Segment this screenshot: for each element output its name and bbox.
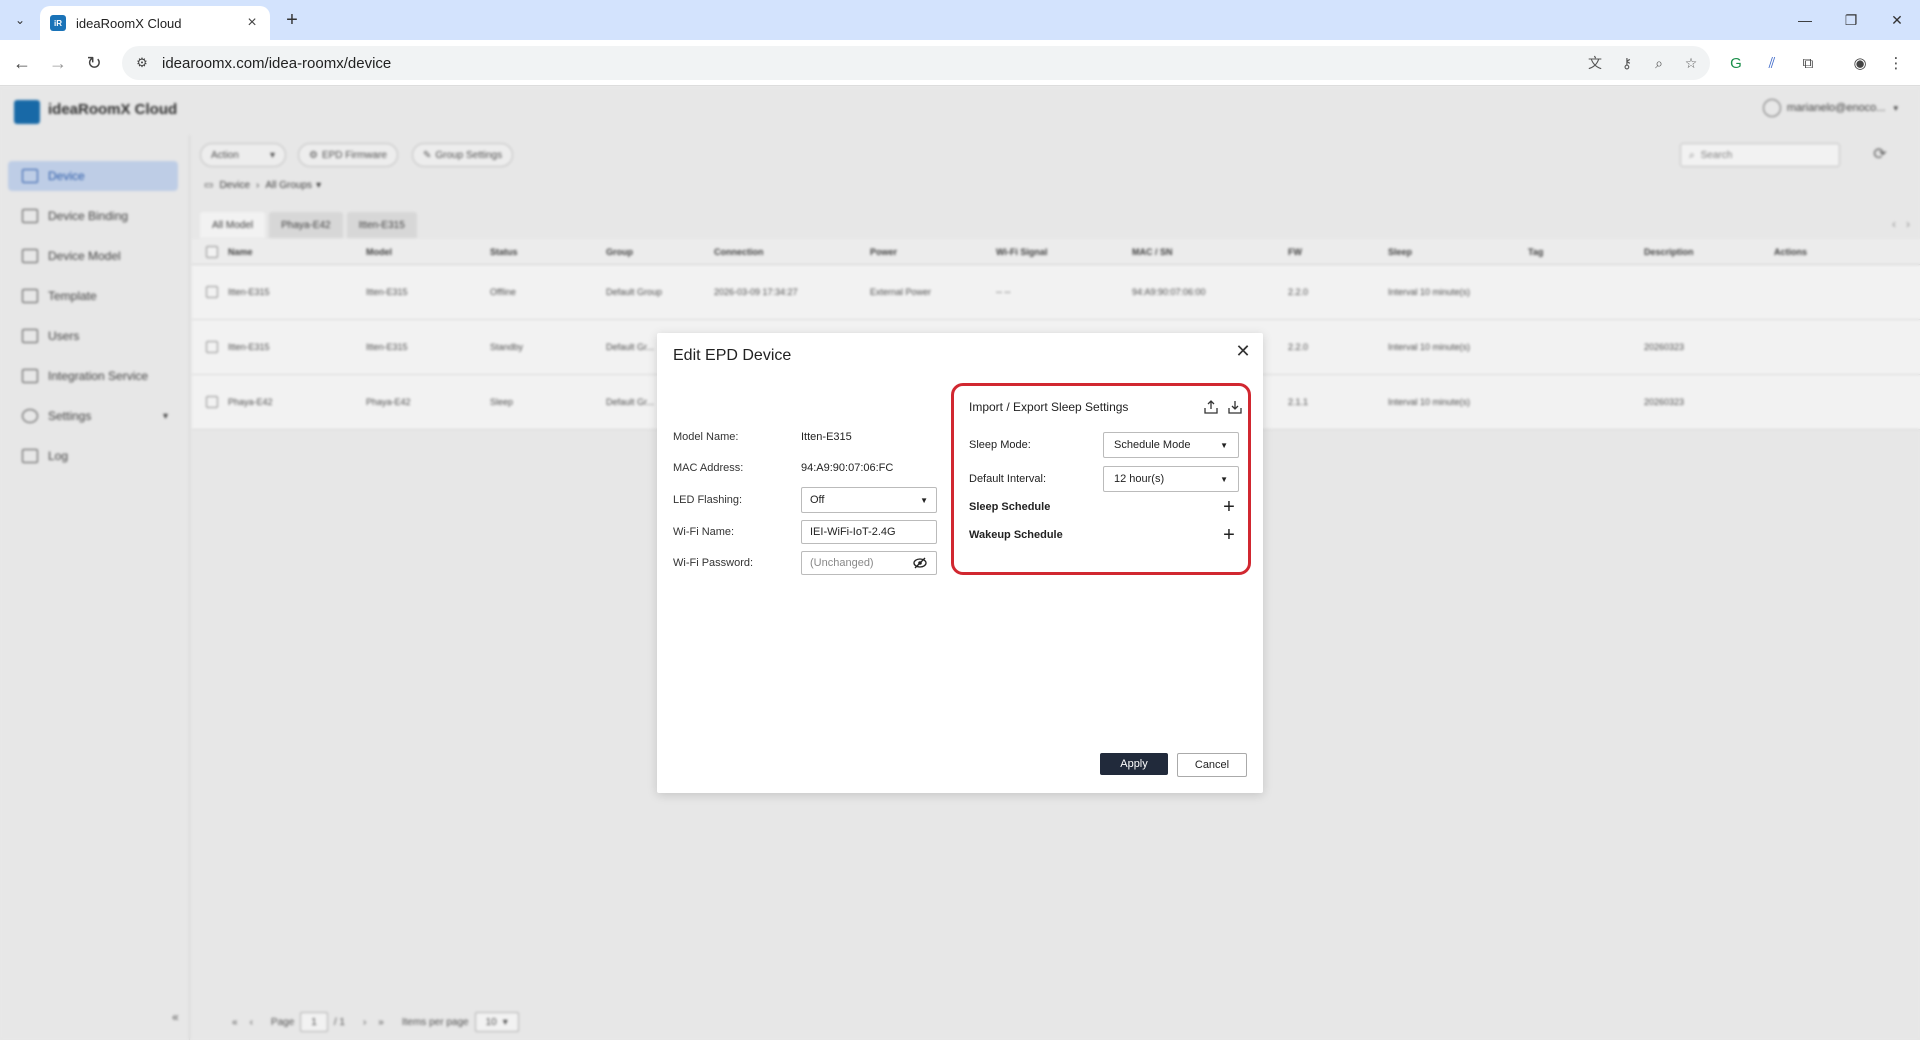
site-info-icon[interactable]: ⚙ xyxy=(132,53,152,73)
bookmark-star-icon[interactable]: ☆ xyxy=(1678,50,1704,76)
address-bar[interactable]: ⚙ idearoomx.com/idea-roomx/device 文 ⚷ ⌕ … xyxy=(122,46,1710,80)
model-name-value: Itten-E315 xyxy=(801,431,852,443)
add-wakeup-schedule-plus-icon[interactable]: + xyxy=(1219,524,1239,546)
export-upload-icon[interactable] xyxy=(1202,398,1220,416)
sleep-mode-value: Schedule Mode xyxy=(1114,439,1191,451)
wifi-name-row: Wi-Fi Name: IEI-WiFi-IoT-2.4G xyxy=(673,520,939,544)
browser-toolbar: ← → ↻ ⚙ idearoomx.com/idea-roomx/device … xyxy=(0,40,1920,86)
sleep-schedule-label: Sleep Schedule xyxy=(969,501,1051,513)
forward-icon[interactable]: → xyxy=(44,49,72,77)
new-tab-icon[interactable]: + xyxy=(280,8,304,32)
sleep-mode-row: Sleep Mode: Schedule Mode ▼ xyxy=(969,432,1239,458)
sleep-mode-label: Sleep Mode: xyxy=(969,439,1031,451)
dialog-title: Edit EPD Device xyxy=(673,347,792,364)
wifi-password-placeholder: (Unchanged) xyxy=(810,557,874,569)
caret-down-icon: ▼ xyxy=(1220,440,1228,450)
led-flashing-label: LED Flashing: xyxy=(673,494,743,506)
grammarly-extension-icon[interactable]: G xyxy=(1724,51,1748,75)
default-interval-select[interactable]: 12 hour(s) ▼ xyxy=(1103,466,1239,492)
extensions-puzzle-icon[interactable]: ⧉ xyxy=(1796,51,1820,75)
sleep-settings-title: Import / Export Sleep Settings xyxy=(969,400,1129,414)
sleep-schedule-row: Sleep Schedule + xyxy=(969,496,1239,518)
close-icon[interactable]: ✕ xyxy=(1233,341,1253,361)
password-key-icon[interactable]: ⚷ xyxy=(1614,50,1640,76)
browser-tab-bar: ⌄ iR ideaRoomX Cloud × + — ❐ ✕ xyxy=(0,0,1920,40)
favicon-icon: iR xyxy=(50,15,66,31)
led-flashing-row: LED Flashing: Off ▼ xyxy=(673,487,939,513)
default-interval-value: 12 hour(s) xyxy=(1114,473,1165,485)
wifi-name-input[interactable]: IEI-WiFi-IoT-2.4G xyxy=(801,520,937,544)
window-close-icon[interactable]: ✕ xyxy=(1882,8,1912,32)
caret-down-icon: ▼ xyxy=(920,495,928,505)
extension-chart-icon[interactable]: ⫽ xyxy=(1760,51,1784,75)
restore-icon[interactable]: ❐ xyxy=(1836,8,1866,32)
mac-address-row: MAC Address: 94:A9:90:07:06:FC xyxy=(673,457,939,479)
wifi-name-value: IEI-WiFi-IoT-2.4G xyxy=(810,526,896,538)
mac-address-value: 94:A9:90:07:06:FC xyxy=(801,462,894,474)
sleep-settings-panel: Import / Export Sleep Settings Sleep Mod… xyxy=(951,383,1251,575)
wakeup-schedule-label: Wakeup Schedule xyxy=(969,529,1063,541)
import-download-icon[interactable] xyxy=(1226,398,1244,416)
sleep-mode-select[interactable]: Schedule Mode ▼ xyxy=(1103,432,1239,458)
reload-icon[interactable]: ↻ xyxy=(80,49,108,77)
browser-menu-icon[interactable]: ⋮ xyxy=(1884,51,1908,75)
add-sleep-schedule-plus-icon[interactable]: + xyxy=(1219,496,1239,518)
url-text[interactable]: idearoomx.com/idea-roomx/device xyxy=(162,55,1582,72)
tab-title: ideaRoomX Cloud xyxy=(76,15,182,31)
translate-icon[interactable]: 文 xyxy=(1582,50,1608,76)
wakeup-schedule-row: Wakeup Schedule + xyxy=(969,524,1239,546)
browser-tab[interactable]: iR ideaRoomX Cloud × xyxy=(40,6,270,40)
wifi-password-label: Wi-Fi Password: xyxy=(673,557,754,569)
eye-slash-icon[interactable] xyxy=(912,555,928,571)
default-interval-row: Default Interval: 12 hour(s) ▼ xyxy=(969,466,1239,492)
wifi-password-input[interactable]: (Unchanged) xyxy=(801,551,937,575)
model-name-label: Model Name: xyxy=(673,431,739,443)
minimize-icon[interactable]: — xyxy=(1790,8,1820,32)
zoom-icon[interactable]: ⌕ xyxy=(1646,50,1672,76)
model-name-row: Model Name: Itten-E315 xyxy=(673,426,939,448)
led-flashing-select[interactable]: Off ▼ xyxy=(801,487,937,513)
mac-address-label: MAC Address: xyxy=(673,462,744,474)
caret-down-icon: ▼ xyxy=(1220,474,1228,484)
wifi-password-row: Wi-Fi Password: (Unchanged) xyxy=(673,551,939,575)
apply-button[interactable]: Apply xyxy=(1100,753,1168,775)
cancel-button[interactable]: Cancel xyxy=(1177,753,1247,777)
default-interval-label: Default Interval: xyxy=(969,473,1047,485)
tab-search-chevron-icon[interactable]: ⌄ xyxy=(8,8,32,32)
led-flashing-value: Off xyxy=(810,494,825,506)
tab-close-icon[interactable]: × xyxy=(242,13,262,33)
back-icon[interactable]: ← xyxy=(8,49,36,77)
wifi-name-label: Wi-Fi Name: xyxy=(673,526,735,538)
profile-icon[interactable]: ◉ xyxy=(1848,51,1872,75)
edit-epd-device-dialog: Edit EPD Device ✕ Model Name: Itten-E315… xyxy=(657,333,1263,793)
